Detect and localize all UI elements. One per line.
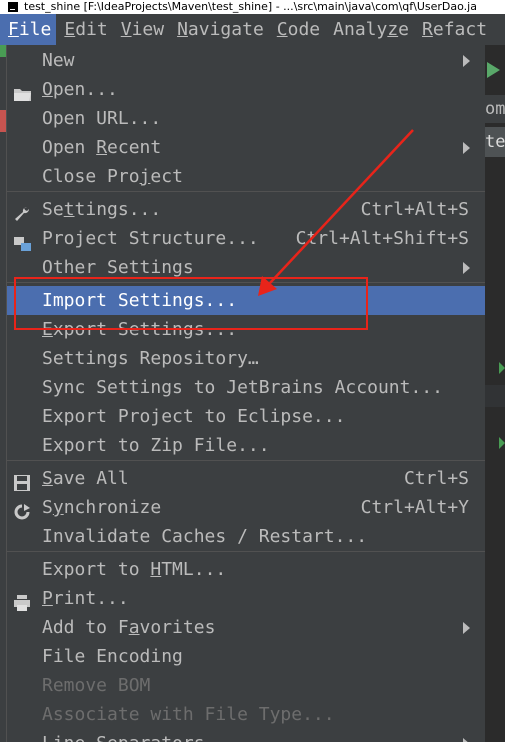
annotation-arrow — [258, 129, 414, 296]
